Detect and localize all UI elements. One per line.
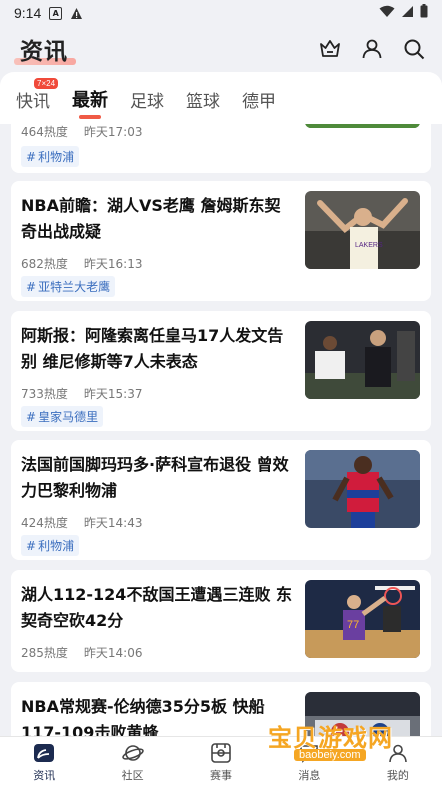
nav-label: 资讯 <box>33 768 56 782</box>
tab-flash[interactable]: 快讯 7×24 <box>16 78 59 118</box>
news-card[interactable]: 法国前国脚玛玛多·萨科宣布退役 曾效力巴黎利物浦 424热度 昨天14:43 #… <box>11 440 431 560</box>
planet-icon <box>121 742 144 764</box>
news-headline: NBA常规赛-伦纳德35分5板 快船117-109击败黄蜂 <box>21 697 265 736</box>
heat-count: 733热度 <box>21 387 68 401</box>
status-time: 9:14 <box>14 5 42 21</box>
heat-count: 682热度 <box>21 257 68 271</box>
topic-tag-label: 皇家马德里 <box>38 410 99 424</box>
news-headline: NBA前瞻：湖人VS老鹰 詹姆斯东契奇出战成疑 <box>21 196 281 241</box>
news-headline: 法国前国脚玛玛多·萨科宣布退役 曾效力巴黎利物浦 <box>21 455 289 500</box>
search-icon[interactable] <box>402 37 426 61</box>
topic-tag[interactable]: # 利物浦 <box>21 146 80 167</box>
news-meta: 733热度 昨天15:37 <box>21 385 143 402</box>
nav-news[interactable]: 资讯 <box>0 737 88 787</box>
arena-photo-icon <box>305 692 420 736</box>
topic-tag-label: 利物浦 <box>38 150 75 164</box>
news-thumbnail: 77 <box>305 580 420 658</box>
tab-basketball[interactable]: 篮球 <box>186 87 220 118</box>
nav-matches[interactable]: 赛事 <box>177 737 265 787</box>
coach-photo-icon <box>305 321 420 399</box>
svg-text:LAKERS: LAKERS <box>355 242 383 249</box>
news-thumbnail <box>305 450 420 528</box>
news-card[interactable]: NBA常规赛-伦纳德35分5板 快船117-109击败黄蜂 <box>11 682 431 736</box>
tab-bundesliga[interactable]: 德甲 <box>242 87 276 118</box>
tab-football[interactable]: 足球 <box>130 87 164 118</box>
news-meta: 682热度 昨天16:13 <box>21 255 143 272</box>
header: 资讯 <box>0 26 442 72</box>
message-icon <box>298 742 320 764</box>
schedule-icon <box>210 742 232 764</box>
profile-icon[interactable] <box>360 37 384 61</box>
news-card[interactable]: 阿斯报：阿隆索离任皇马17人发文告别 维尼修斯等7人未表态 733热度 昨天15… <box>11 311 431 431</box>
profile-icon <box>387 742 409 764</box>
topic-tag-label: 亚特兰大老鹰 <box>38 280 111 294</box>
news-card[interactable]: 464热度 昨天17:03 # 利物浦 <box>11 118 431 173</box>
category-tabs: 快讯 7×24 最新 足球 篮球 德甲 <box>0 72 442 124</box>
news-icon <box>33 742 55 764</box>
news-feed[interactable]: 464热度 昨天17:03 # 利物浦 NBA前瞻：湖人VS老鹰 詹姆斯东契奇出战… <box>0 118 442 736</box>
bottom-nav: 资讯 社区 赛事 消息 我的 <box>0 736 442 787</box>
publish-time: 昨天14:06 <box>83 646 143 660</box>
publish-time: 昨天16:13 <box>83 257 143 271</box>
topic-tag[interactable]: # 利物浦 <box>21 535 80 556</box>
crown-icon[interactable] <box>318 37 342 61</box>
heat-count: 285热度 <box>21 646 68 660</box>
publish-time: 昨天17:03 <box>83 125 143 139</box>
news-thumbnail: LAKERS <box>305 191 420 269</box>
news-card[interactable]: NBA前瞻：湖人VS老鹰 詹姆斯东契奇出战成疑 LAKERS 682热度 昨天1… <box>11 181 431 301</box>
news-card[interactable]: 湖人112-124不敌国王遭遇三连败 东契奇空砍42分 77 285热度 昨天1… <box>11 570 431 672</box>
news-thumbnail <box>305 321 420 399</box>
nav-label: 社区 <box>121 768 144 782</box>
publish-time: 昨天14:43 <box>83 516 143 530</box>
nav-label: 赛事 <box>210 768 233 782</box>
warning-icon <box>70 7 83 20</box>
heat-count: 424热度 <box>21 516 68 530</box>
nav-community[interactable]: 社区 <box>88 737 176 787</box>
topic-tag-label: 利物浦 <box>38 539 75 553</box>
battery-icon <box>420 4 428 22</box>
publish-time: 昨天15:37 <box>83 387 143 401</box>
news-meta: 424热度 昨天14:43 <box>21 514 143 531</box>
svg-text:77: 77 <box>347 619 359 631</box>
signal-icon <box>401 5 414 22</box>
footballer-photo-icon <box>305 450 420 528</box>
nav-label: 我的 <box>386 768 409 782</box>
news-meta: 464热度 昨天17:03 <box>21 123 143 140</box>
news-headline: 湖人112-124不敌国王遭遇三连败 东契奇空砍42分 <box>21 585 293 630</box>
tab-latest[interactable]: 最新 <box>72 86 108 119</box>
topic-tag[interactable]: # 亚特兰大老鹰 <box>21 276 116 297</box>
basketball-player-photo-icon: LAKERS <box>305 191 420 269</box>
news-thumbnail <box>305 692 420 736</box>
text-notification-icon: A <box>49 6 63 20</box>
tab-label: 快讯 <box>16 92 50 112</box>
news-headline: 阿斯报：阿隆索离任皇马17人发文告别 维尼修斯等7人未表态 <box>21 326 284 371</box>
nav-profile[interactable]: 我的 <box>354 737 442 787</box>
nav-messages[interactable]: 消息 <box>265 737 353 787</box>
wifi-icon <box>379 5 395 22</box>
tab-badge: 7×24 <box>34 78 59 89</box>
news-meta: 285热度 昨天14:06 <box>21 644 143 661</box>
topic-tag[interactable]: # 皇家马德里 <box>21 406 104 427</box>
nav-label: 消息 <box>298 768 321 782</box>
status-bar: 9:14 A <box>0 0 442 26</box>
dunk-photo-icon: 77 <box>305 580 420 658</box>
page-title: 资讯 <box>14 32 76 66</box>
heat-count: 464热度 <box>21 125 68 139</box>
